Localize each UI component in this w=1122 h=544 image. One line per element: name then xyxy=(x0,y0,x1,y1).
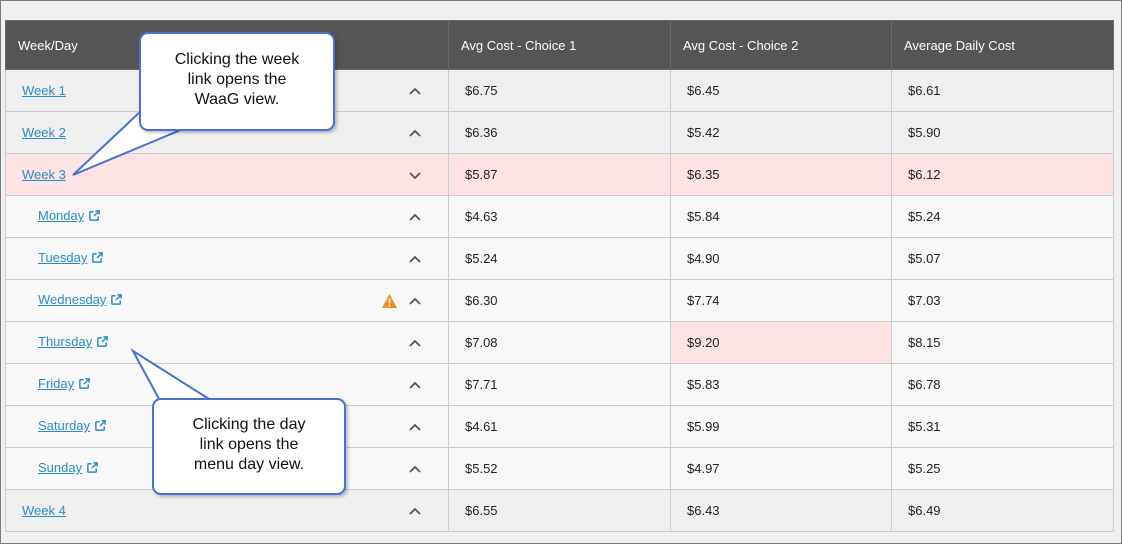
chevron-up-icon[interactable] xyxy=(408,420,422,434)
table-row: Monday $4.63 $5.84 $5.24 xyxy=(5,195,1114,238)
day-link-tuesday[interactable]: Tuesday xyxy=(38,250,87,265)
avg-cost-choice-1-cell: $6.30 xyxy=(448,279,671,322)
week-callout-line-2: link opens the xyxy=(187,71,287,88)
header-avg-cost-choice-1: Avg Cost - Choice 1 xyxy=(448,20,671,70)
average-daily-cost-cell: $5.25 xyxy=(891,447,1114,490)
week-callout: Clicking the week link opens the WaaG vi… xyxy=(139,32,335,131)
table-row: Week 3 $5.87 $6.35 $6.12 xyxy=(5,153,1114,196)
chevron-up-icon[interactable] xyxy=(408,336,422,350)
week-callout-line-3: WaaG view. xyxy=(194,91,280,108)
week-callout-line-1: Clicking the week xyxy=(174,51,300,68)
day-link-thursday[interactable]: Thursday xyxy=(38,334,92,349)
day-link-wednesday[interactable]: Wednesday xyxy=(38,292,106,307)
external-link-icon[interactable] xyxy=(110,293,123,309)
avg-cost-choice-1-cell: $4.63 xyxy=(448,195,671,238)
avg-cost-choice-2-cell: $4.90 xyxy=(670,237,892,280)
avg-cost-choice-2-cell: $9.20 xyxy=(670,321,892,364)
average-daily-cost-cell: $5.24 xyxy=(891,195,1114,238)
warning-icon xyxy=(381,293,398,309)
day-callout-line-3: menu day view. xyxy=(193,456,305,473)
external-link-icon[interactable] xyxy=(94,419,107,435)
chevron-up-icon[interactable] xyxy=(408,378,422,392)
name-cell: Tuesday xyxy=(5,237,449,280)
avg-cost-choice-1-cell: $6.55 xyxy=(448,489,671,532)
chevron-up-icon[interactable] xyxy=(408,210,422,224)
average-daily-cost-cell: $5.31 xyxy=(891,405,1114,448)
avg-cost-choice-2-cell: $5.42 xyxy=(670,111,892,154)
day-link-friday[interactable]: Friday xyxy=(38,376,74,391)
external-link-icon[interactable] xyxy=(91,251,104,267)
average-daily-cost-cell: $7.03 xyxy=(891,279,1114,322)
avg-cost-choice-2-cell: $6.45 xyxy=(670,69,892,112)
average-daily-cost-cell: $6.49 xyxy=(891,489,1114,532)
avg-cost-choice-1-cell: $6.75 xyxy=(448,69,671,112)
day-link-monday[interactable]: Monday xyxy=(38,208,84,223)
table-row: Thursday $7.08 $9.20 $8.15 xyxy=(5,321,1114,364)
week-link-week-2[interactable]: Week 2 xyxy=(22,125,66,140)
avg-cost-choice-2-cell: $7.74 xyxy=(670,279,892,322)
name-cell: Monday xyxy=(5,195,449,238)
chevron-up-icon[interactable] xyxy=(408,462,422,476)
chevron-up-icon[interactable] xyxy=(408,84,422,98)
day-callout-line-2: link opens the xyxy=(199,436,299,453)
avg-cost-choice-2-cell: $6.43 xyxy=(670,489,892,532)
external-link-icon[interactable] xyxy=(88,209,101,225)
screenshot-frame: Week/Day Avg Cost - Choice 1 Avg Cost - … xyxy=(0,0,1122,544)
table-row: Tuesday $5.24 $4.90 $5.07 xyxy=(5,237,1114,280)
avg-cost-choice-1-cell: $7.71 xyxy=(448,363,671,406)
average-daily-cost-cell: $5.07 xyxy=(891,237,1114,280)
chevron-up-icon[interactable] xyxy=(408,126,422,140)
chevron-up-icon[interactable] xyxy=(408,294,422,308)
avg-cost-choice-1-cell: $4.61 xyxy=(448,405,671,448)
chevron-up-icon[interactable] xyxy=(408,504,422,518)
header-avg-cost-choice-2: Avg Cost - Choice 2 xyxy=(670,20,892,70)
name-cell: Thursday xyxy=(5,321,449,364)
average-daily-cost-cell: $6.78 xyxy=(891,363,1114,406)
average-daily-cost-cell: $8.15 xyxy=(891,321,1114,364)
day-callout-line-1: Clicking the day xyxy=(192,416,306,433)
avg-cost-choice-2-cell: $4.97 xyxy=(670,447,892,490)
average-daily-cost-cell: $5.90 xyxy=(891,111,1114,154)
avg-cost-choice-2-cell: $5.99 xyxy=(670,405,892,448)
avg-cost-choice-2-cell: $5.83 xyxy=(670,363,892,406)
week-link-week-4[interactable]: Week 4 xyxy=(22,503,66,518)
chevron-up-icon[interactable] xyxy=(408,252,422,266)
external-link-icon[interactable] xyxy=(96,335,109,351)
name-cell: Wednesday xyxy=(5,279,449,322)
average-daily-cost-cell: $6.61 xyxy=(891,69,1114,112)
avg-cost-choice-2-cell: $5.84 xyxy=(670,195,892,238)
week-link-week-1[interactable]: Week 1 xyxy=(22,83,66,98)
week-link-week-3[interactable]: Week 3 xyxy=(22,167,66,182)
avg-cost-choice-1-cell: $6.36 xyxy=(448,111,671,154)
external-link-icon[interactable] xyxy=(86,461,99,477)
name-cell: Week 4 xyxy=(5,489,449,532)
day-link-sunday[interactable]: Sunday xyxy=(38,460,82,475)
avg-cost-choice-1-cell: $5.52 xyxy=(448,447,671,490)
header-average-daily-cost: Average Daily Cost xyxy=(891,20,1114,70)
avg-cost-choice-2-cell: $6.35 xyxy=(670,153,892,196)
name-cell: Week 3 xyxy=(5,153,449,196)
table-row: Wednesday $6.30 $7.74 $7.03 xyxy=(5,279,1114,322)
chevron-down-icon[interactable] xyxy=(408,168,422,182)
average-daily-cost-cell: $6.12 xyxy=(891,153,1114,196)
table-row: Week 4 $6.55 $6.43 $6.49 xyxy=(5,489,1114,532)
external-link-icon[interactable] xyxy=(78,377,91,393)
avg-cost-choice-1-cell: $5.87 xyxy=(448,153,671,196)
avg-cost-choice-1-cell: $5.24 xyxy=(448,237,671,280)
day-callout-pointer-cover xyxy=(173,400,207,419)
day-link-saturday[interactable]: Saturday xyxy=(38,418,90,433)
avg-cost-choice-1-cell: $7.08 xyxy=(448,321,671,364)
